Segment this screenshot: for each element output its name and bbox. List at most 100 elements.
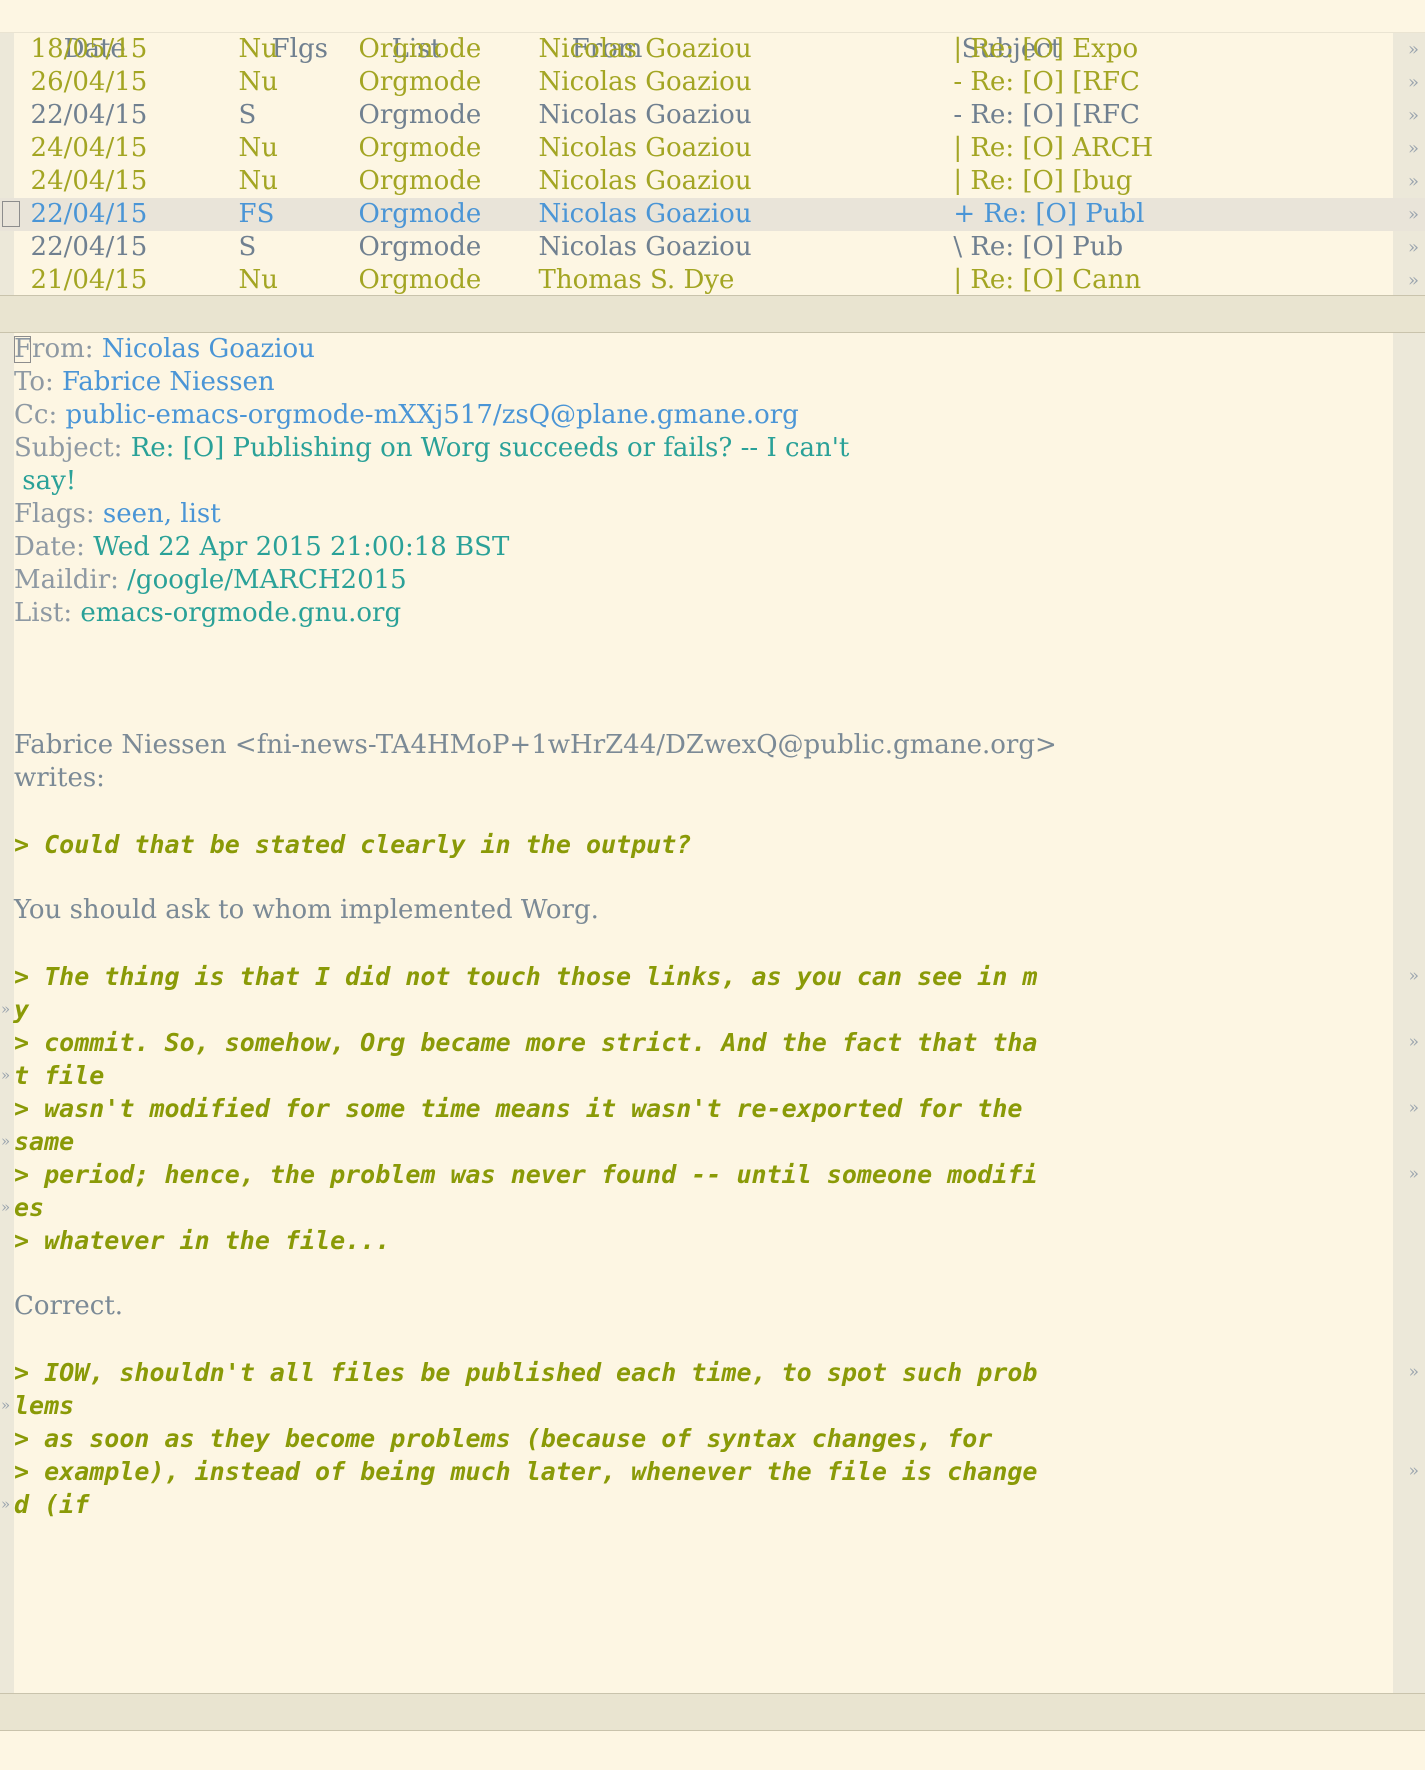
row-flags: Nu xyxy=(238,265,279,295)
line-text: > as soon as they become problems (becau… xyxy=(14,1424,993,1453)
quoted-body-line: > IOW, shouldn't all files be published … xyxy=(0,1356,1425,1389)
row-date: 24/04/15 xyxy=(30,166,148,196)
row-subject: \ Re: [O] Pub xyxy=(929,231,1124,264)
quoted-body-line: > The thing is that I did not touch thos… xyxy=(0,960,1425,993)
line-text: Correct. xyxy=(14,1291,124,1321)
field-value[interactable]: public-emacs-orgmode-mXXj517/zsQ@plane.g… xyxy=(65,400,798,430)
row-subject-text: - Re: [O] [RFC xyxy=(953,67,1140,97)
row-subject-text: \ Re: [O] Pub xyxy=(953,232,1124,262)
body-line xyxy=(0,861,1425,894)
field-value: Wed 22 Apr 2015 21:00:18 BST xyxy=(93,532,510,562)
table-row[interactable]: 24/04/15 Nu Orgmode Nicolas Goaziou | Re: [… xyxy=(0,132,1425,165)
line-text: > example), instead of being much later,… xyxy=(14,1457,1038,1486)
field-label: To: xyxy=(14,367,63,397)
row-subject: | Re: [O] ARCH xyxy=(929,132,1154,165)
echo-area[interactable] xyxy=(0,1731,1425,1769)
line-wrap-arrow-icon: » xyxy=(1408,966,1419,986)
field-value: /google/MARCH2015 xyxy=(127,565,407,595)
row-subject-text: | Re: [O] Expo xyxy=(953,34,1139,64)
row-flags: Nu xyxy=(238,34,279,64)
line-continuation-arrow-icon: » xyxy=(1,1396,11,1414)
mu4e-headers-buffer[interactable]: Date Flgs List From Subject 18/05/15 Nu Orgmod… xyxy=(0,0,1425,295)
row-from: Nicolas Goaziou xyxy=(538,133,752,163)
line-text: > period; hence, the problem was never f… xyxy=(14,1160,1038,1189)
quoted-body-line: » t file xyxy=(0,1059,1425,1092)
row-list: Orgmode xyxy=(358,232,482,262)
row-subject-text: | Re: [O] ARCH xyxy=(953,133,1154,163)
line-truncation-arrow-icon: » xyxy=(1407,39,1419,60)
row-date: 24/04/15 xyxy=(30,133,148,163)
field-label: List: xyxy=(14,598,81,628)
row-subject-text: - Re: [O] [RFC xyxy=(953,100,1140,130)
line-text: > commit. So, somehow, Org became more s… xyxy=(14,1028,1038,1057)
line-truncation-arrow-icon: » xyxy=(1407,171,1419,192)
table-row[interactable]: 22/04/15 S Orgmode Nicolas Goaziou - Re: [O… xyxy=(0,99,1425,132)
body-line xyxy=(0,927,1425,960)
row-subject: | Re: [O] [bug xyxy=(929,165,1132,198)
line-wrap-arrow-icon: » xyxy=(1408,1362,1419,1382)
line-text: y xyxy=(14,995,30,1024)
row-from: Thomas S. Dye xyxy=(538,265,735,295)
row-flags: Nu xyxy=(238,67,279,97)
table-row[interactable]: 21/04/15 Nu Orgmode Thomas S. Dye | Re: [O]… xyxy=(0,264,1425,295)
quoted-body-line: » same xyxy=(0,1125,1425,1158)
line-wrap-arrow-icon: » xyxy=(1408,1461,1419,1481)
field-label: Subject: xyxy=(14,433,131,463)
view-content: From: Nicolas Goaziou To: Fabrice Niessen… xyxy=(0,333,1425,1521)
table-row[interactable]: 26/04/15 Nu Orgmode Nicolas Goaziou - Re: [… xyxy=(0,66,1425,99)
quoted-body-line: » d (if xyxy=(0,1488,1425,1521)
quoted-body-line: > example), instead of being much later,… xyxy=(0,1455,1425,1488)
line-text: d (if xyxy=(14,1490,90,1519)
message-header-field: From: Nicolas Goaziou xyxy=(0,333,1425,366)
line-continuation-arrow-icon: » xyxy=(1,1132,11,1150)
field-value[interactable]: Fabrice Niessen xyxy=(62,367,275,397)
row-subject-text: | Re: [O] Cann xyxy=(953,265,1142,295)
row-date: 18/05/15 xyxy=(30,34,148,64)
line-continuation-arrow-icon: » xyxy=(1,1198,11,1216)
row-flags: Nu xyxy=(238,166,279,196)
line-text: > Could that be stated clearly in the ou… xyxy=(14,830,692,859)
emacs-frame: Date Flgs List From Subject 18/05/15 Nu Orgmod… xyxy=(0,0,1425,1770)
body-line: writes: xyxy=(0,762,1425,795)
line-truncation-arrow-icon: » xyxy=(1407,204,1419,225)
row-list: Orgmode xyxy=(358,133,482,163)
table-row[interactable]: 22/04/15 FS Orgmode Nicolas Goaziou + Re: [… xyxy=(0,198,1425,231)
table-row[interactable]: 22/04/15 S Orgmode Nicolas Goaziou \ Re: [O… xyxy=(0,231,1425,264)
body-line: You should ask to whom implemented Worg. xyxy=(0,894,1425,927)
field-value[interactable]: seen, list xyxy=(103,499,221,529)
message-header-field: Flags: seen, list xyxy=(0,498,1425,531)
table-row[interactable]: 18/05/15 Nu Orgmode Nicolas Goaziou | Re: [… xyxy=(0,33,1425,66)
line-truncation-arrow-icon: » xyxy=(1407,72,1419,93)
headers-modeline: U:%*- *mu4e-headers* Top (6,0) <E> (mu4e… xyxy=(0,295,1425,333)
message-header-field: Maildir: /google/MARCH2015 xyxy=(0,564,1425,597)
quoted-body-line: » es xyxy=(0,1191,1425,1224)
quoted-body-line: > as soon as they become problems (becau… xyxy=(0,1422,1425,1455)
row-subject-text: + Re: [O] Publ xyxy=(953,199,1145,229)
row-from: Nicolas Goaziou xyxy=(538,166,752,196)
line-text: t file xyxy=(14,1061,105,1090)
view-modeline: U:%*- *mu4e-view* Top (1,0) <E> (mu4e:vi… xyxy=(0,1693,1425,1731)
row-date: 26/04/15 xyxy=(30,67,148,97)
field-value: Re: [O] Publishing on Worg succeeds or f… xyxy=(130,433,850,463)
line-text: > wasn't modified for some time means it… xyxy=(14,1094,1023,1123)
quoted-body-line: > commit. So, somehow, Org became more s… xyxy=(0,1026,1425,1059)
line-text: > The thing is that I did not touch thos… xyxy=(14,962,1038,991)
row-from: Nicolas Goaziou xyxy=(538,100,752,130)
row-subject: + Re: [O] Publ xyxy=(929,198,1145,231)
line-text: > whatever in the file... xyxy=(14,1226,391,1255)
line-text: same xyxy=(14,1127,75,1156)
headers-column-row: Date Flgs List From Subject xyxy=(0,0,1425,64)
message-header-field: say! xyxy=(0,465,1425,498)
row-list: Orgmode xyxy=(358,199,482,229)
quoted-body-line: > period; hence, the problem was never f… xyxy=(0,1158,1425,1191)
row-flags: Nu xyxy=(238,133,279,163)
mu4e-view-buffer[interactable]: From: Nicolas Goaziou To: Fabrice Niessen… xyxy=(0,333,1425,1693)
line-continuation-arrow-icon: » xyxy=(1,1000,11,1018)
field-value[interactable]: Nicolas Goaziou xyxy=(102,334,315,364)
row-from: Nicolas Goaziou xyxy=(538,232,752,262)
table-row[interactable]: 24/04/15 Nu Orgmode Nicolas Goaziou | Re: [… xyxy=(0,165,1425,198)
row-date: 22/04/15 xyxy=(30,100,148,130)
